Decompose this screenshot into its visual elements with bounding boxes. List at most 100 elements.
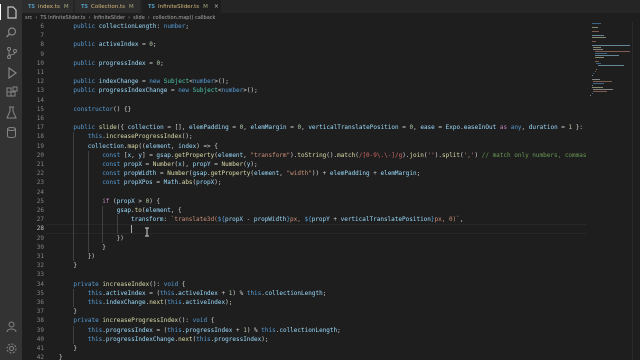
code-text: const propWidth = Number(gsap.getPropert… [102,170,421,178]
tab-label: index.ts [38,3,60,10]
code-line[interactable]: 13 public progressIndexChange = new Subje… [22,86,588,95]
code-text: public collectionLength: number; [73,23,190,30]
breadcrumb-item[interactable]: collection.map() callback [153,15,216,21]
source-control-icon[interactable] [3,44,19,60]
code-line[interactable]: 21 const propX = Number(x), propY = Numbe… [22,160,588,169]
line-number: 22 [36,170,44,178]
code-line[interactable]: 22 const propWidth = Number(gsap.getPrope… [22,169,588,178]
line-number: 6 [40,23,44,30]
files-icon[interactable] [3,4,19,20]
indent-guide [73,252,75,262]
code-line[interactable]: 34 private increaseIndex(): void { [22,280,588,289]
line-number: 18 [36,133,44,141]
code-line[interactable]: 11 [22,68,588,77]
testing-icon[interactable] [3,104,19,120]
indent-guide [73,224,75,234]
code-line[interactable]: 40 this.progressIndexChange.next(this.pro… [22,335,588,344]
code-line[interactable]: 27 transform: `translate3d(${propX - prop… [22,215,588,224]
run-debug-icon[interactable] [3,64,19,80]
modified-badge: M [203,3,208,10]
tab-label: InfiniteSlider.ts [158,3,200,10]
code-line[interactable]: 19 collection.map((element, index) => { [22,142,588,151]
indent-guide [73,178,75,188]
line-number: 30 [36,243,44,251]
code-line[interactable]: 25 if (propX > 0) { [22,197,588,206]
breadcrumb-item[interactable]: TS InfiniteSlider.ts [40,15,85,21]
code-line[interactable]: 30} [22,243,588,252]
code-line[interactable]: 17 public slide({ collection = [], elemPa… [22,123,588,132]
code-line[interactable]: 33 [22,270,588,279]
code-line[interactable]: 28 [22,224,588,233]
minimap-line [593,73,594,74]
code-text: const propXPos = Math.abs(propX); [102,179,222,187]
line-number: 17 [36,124,44,132]
minimap[interactable] [588,22,632,360]
line-number: 14 [36,96,44,104]
breadcrumb-item[interactable]: slide [133,15,145,21]
tab-label: Collection.ts [91,3,125,10]
minimap-line [596,69,597,70]
database-icon[interactable] [3,124,19,140]
code-text: this.indexChange.next(this.activeIndex); [87,299,233,306]
close-tab-icon[interactable]: × [214,3,219,10]
code-line[interactable]: 32} [22,261,588,270]
indent-guide [87,150,89,160]
code-text: } [73,262,78,270]
code-line[interactable]: 23 const propXPos = Math.abs(propX); [22,178,588,187]
code-line[interactable]: 24 [22,188,588,197]
breadcrumb-separator: › [88,14,91,21]
code-line[interactable]: 41} [22,344,588,353]
vertical-scrollbar[interactable] [632,22,640,360]
code-line[interactable]: 29}) [22,234,588,243]
code-line[interactable]: 20 const [x, y] = gsap.getProperty(elemen… [22,151,588,160]
code-line[interactable]: 18 this.increaseProgressIndex(); [22,132,588,141]
settings-gear-icon[interactable] [3,340,19,356]
code-line[interactable]: 8 public activeIndex = 0; [22,40,588,49]
code-line[interactable]: 39 this.progressIndex = (this.progressInd… [22,326,588,335]
code-line[interactable]: 31}) [22,252,588,261]
indent-guide [87,224,89,234]
code-editor[interactable]: 6 public collectionLength: number; 7 8 publi… [22,22,588,360]
breadcrumb-item[interactable]: InfiniteSlider [93,15,125,21]
code-line[interactable]: 10 public progressIndex = 0; [22,59,588,68]
breadcrumb: src › TS InfiniteSlider.ts › InfiniteSlider ›… [22,13,640,22]
code-line[interactable]: 38 private increaseProgressIndex(): void … [22,316,588,325]
code-line[interactable]: 6 public collectionLength: number; [22,22,588,31]
code-text: }) [116,234,124,242]
line-number: 41 [36,345,44,352]
code-line[interactable]: 37} [22,307,588,316]
code-line[interactable]: 15 constructor() {} [22,105,588,114]
breadcrumb-item[interactable]: src [25,15,32,21]
code-line[interactable]: 26 gsap.to(element, { [22,206,588,215]
code-line[interactable]: 7 [22,31,588,40]
code-line[interactable]: 35 this.activeIndex = (this.activeIndex +… [22,289,588,298]
account-icon[interactable] [3,318,19,334]
code-line[interactable]: 9 [22,50,588,59]
typescript-file-icon: TS [28,3,36,10]
minimap-line [591,23,601,24]
search-icon[interactable] [3,24,19,40]
code-line[interactable]: 14 [22,96,588,105]
code-line[interactable]: 42} [22,353,588,360]
indent-guide [73,325,75,335]
modified-badge: M [129,3,134,10]
code-line[interactable]: 16 [22,114,588,123]
line-number: 36 [36,299,44,306]
indent-guide [73,334,75,344]
tab-collection-ts[interactable]: TS Collection.ts M [75,0,141,13]
extensions-icon[interactable] [3,84,19,100]
tab-index-ts[interactable]: TS index.ts M [22,0,74,13]
minimap-line [591,35,604,36]
code-line[interactable]: 12 public indexChange = new Subject<numbe… [22,77,588,86]
code-text: public indexChange = new Subject<number>… [73,78,229,86]
code-line[interactable]: 36 this.indexChange.next(this.activeIndex… [22,298,588,307]
minimap-line [591,79,601,80]
code-text: } [59,354,63,360]
active-view-indicator [0,4,1,20]
minimap-line [593,83,605,84]
line-number: 24 [36,188,44,196]
tab-infiniteslider-ts[interactable]: TS InfiniteSlider.ts M × [142,0,222,13]
minimap-line [593,81,612,82]
line-number: 7 [40,32,44,40]
minimap-line [594,57,605,58]
